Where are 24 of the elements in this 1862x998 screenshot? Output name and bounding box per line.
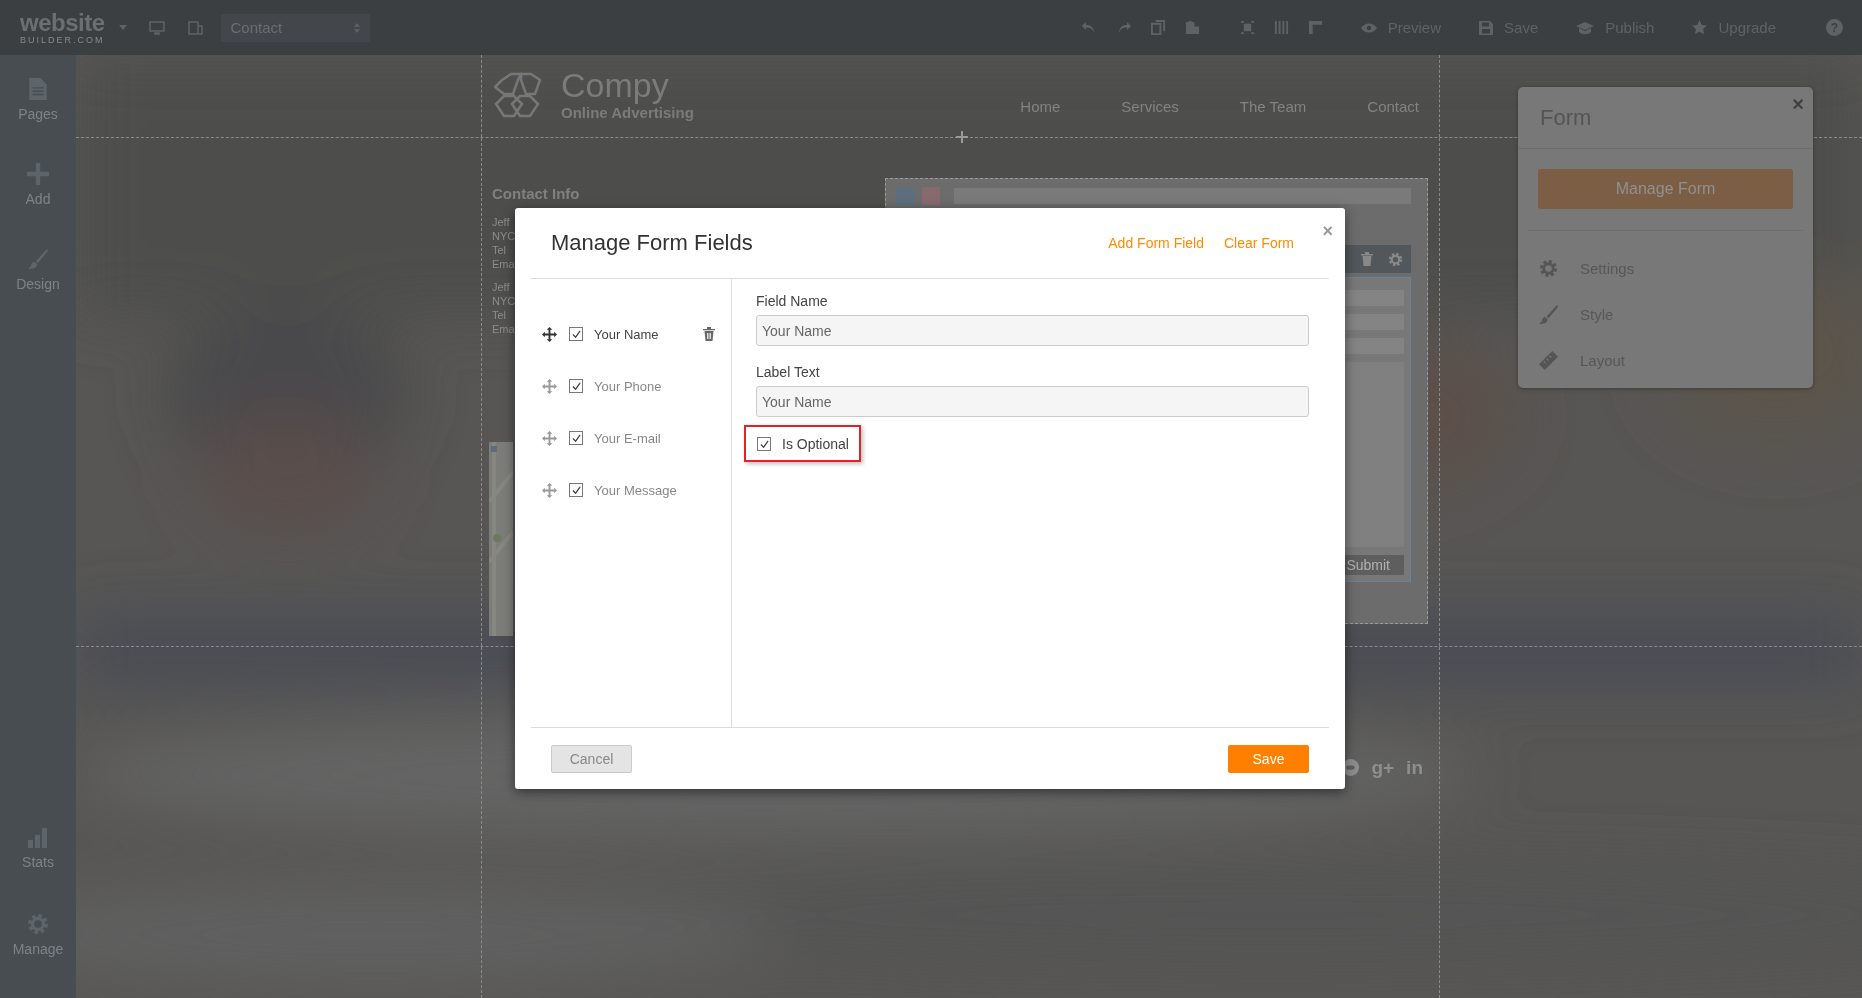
sidebar-item[interactable]: Design <box>16 248 60 333</box>
desktop-icon[interactable] <box>148 20 165 35</box>
star-icon <box>1692 20 1708 35</box>
plus-icon <box>27 163 49 185</box>
help-button[interactable]: ? <box>1826 19 1843 36</box>
sidebar-item[interactable]: Manage <box>12 913 64 998</box>
align-icon[interactable] <box>1239 20 1255 35</box>
eye-icon <box>1360 22 1377 33</box>
sidebar-item[interactable]: Stats <box>22 828 54 913</box>
sort-icon <box>353 22 360 33</box>
copy-icon[interactable] <box>1150 20 1166 35</box>
corner-icon[interactable] <box>1307 20 1323 35</box>
bar-chart-icon <box>28 828 48 848</box>
brush-icon <box>28 248 48 270</box>
columns-icon[interactable] <box>1273 20 1289 35</box>
caret-icon[interactable] <box>118 25 127 30</box>
undo-icon[interactable] <box>1080 20 1097 35</box>
sidebar-item[interactable]: Add <box>25 163 51 248</box>
tablet-icon[interactable] <box>186 20 203 35</box>
graduation-cap-icon <box>1576 20 1595 35</box>
paste-icon[interactable] <box>1184 20 1200 35</box>
page-icon <box>29 78 47 100</box>
gear-icon <box>27 913 49 935</box>
sidebar-item[interactable]: Pages <box>18 78 58 163</box>
